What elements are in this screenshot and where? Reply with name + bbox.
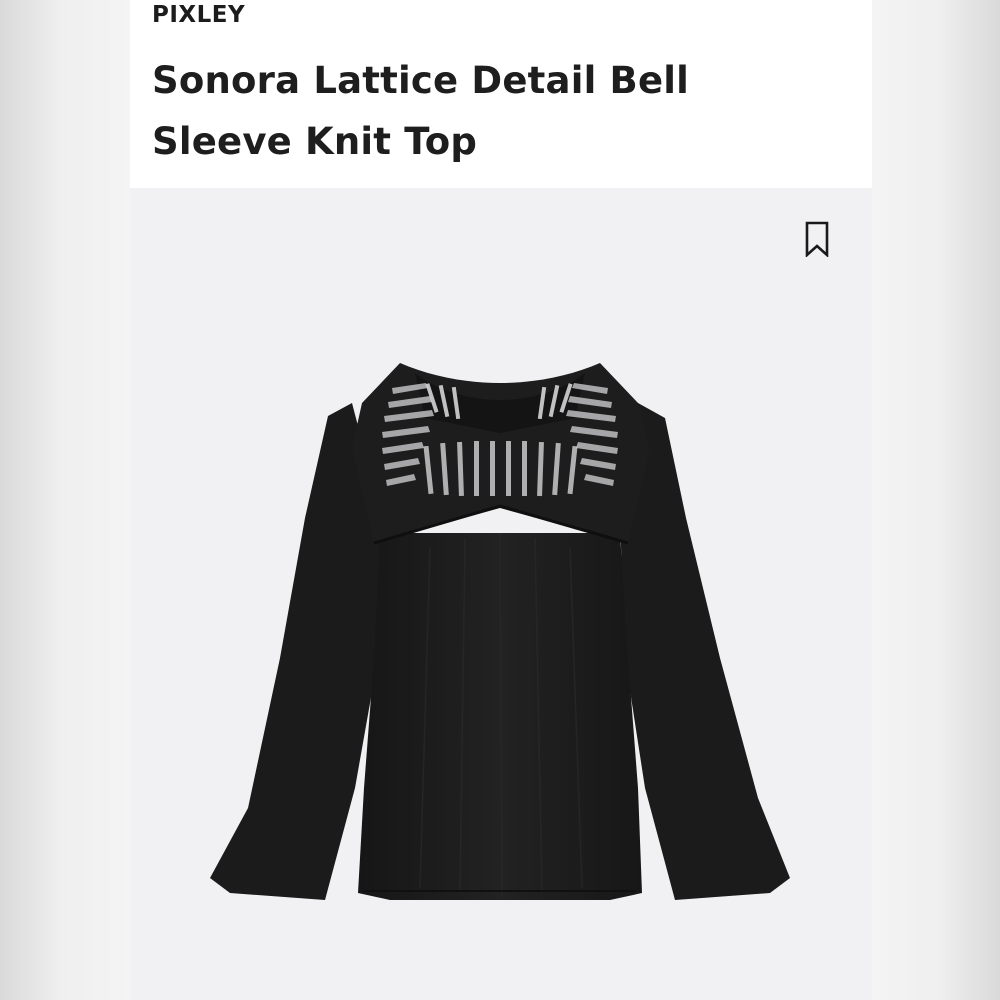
black-top-photo (210, 363, 790, 900)
product-card: PIXLEY Sonora Lattice Detail Bell Sleeve… (130, 0, 872, 1000)
left-sleeve (210, 403, 382, 900)
product-image[interactable] (130, 188, 872, 1000)
product-header: PIXLEY Sonora Lattice Detail Bell Sleeve… (130, 0, 872, 188)
product-title: Sonora Lattice Detail Bell Sleeve Knit T… (152, 59, 690, 163)
brand-name[interactable]: PIXLEY (152, 2, 245, 28)
right-sleeve (620, 403, 790, 900)
